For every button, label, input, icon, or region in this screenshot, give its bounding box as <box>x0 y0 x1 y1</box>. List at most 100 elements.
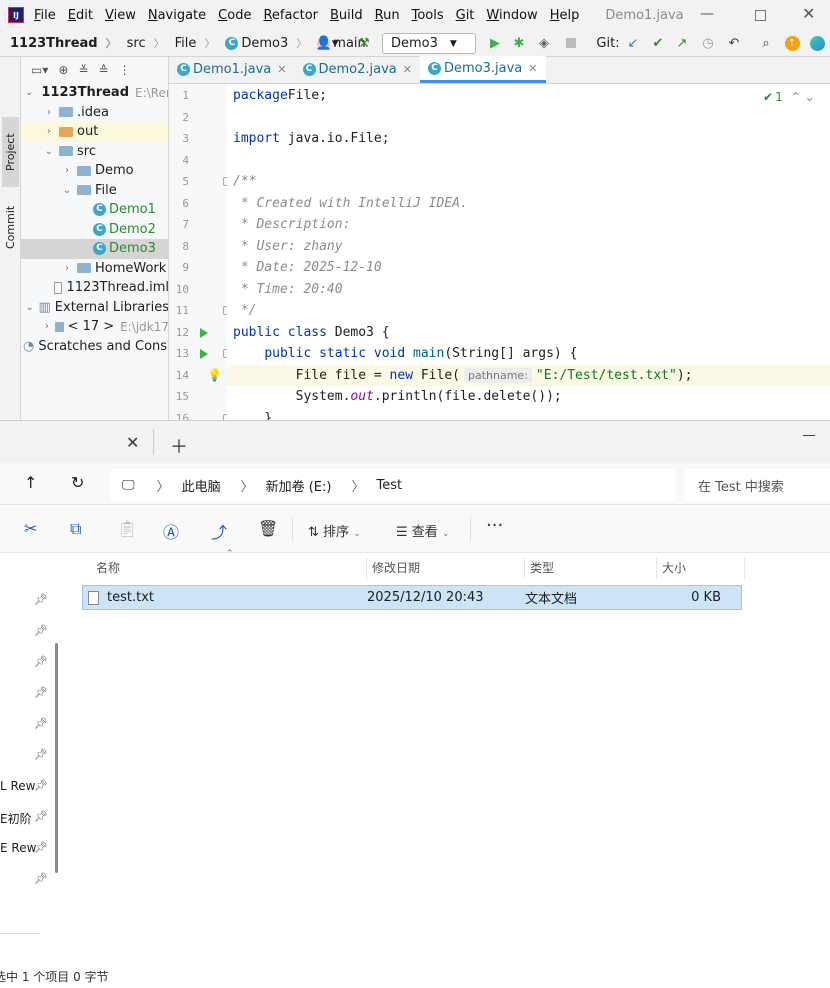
up-arrow-icon[interactable]: ↑ <box>24 473 37 492</box>
debug-icon[interactable]: ✱ <box>510 33 528 53</box>
menu-build[interactable]: Build <box>330 8 363 23</box>
more-icon[interactable]: ⋮ <box>119 63 131 77</box>
tree-item[interactable]: C Demo2 <box>21 220 168 240</box>
file-row[interactable]: test.txt 2025/12/10 20:43 文本文档 0 KB <box>82 585 742 610</box>
inspection-widget[interactable]: ✔ 1 ⌃ ⌄ <box>763 90 815 104</box>
chevron-right-icon[interactable]: › <box>61 263 73 274</box>
minimize-icon[interactable] <box>803 435 815 436</box>
tree-item[interactable]: ⌄ ▥ External Libraries <box>21 298 168 318</box>
maximize-icon[interactable] <box>755 10 766 21</box>
chevron-right-icon[interactable]: › <box>43 321 51 332</box>
nav-item[interactable]: E Rew <box>0 841 36 855</box>
code-editor[interactable]: package File; import java.io.File; /** * Cr… <box>207 84 830 420</box>
menu-refactor[interactable]: Refactor <box>263 8 318 23</box>
git-push-icon[interactable]: ↗ <box>673 33 691 53</box>
run-gutter-icon[interactable] <box>200 327 208 338</box>
address-segment-drive[interactable]: 新加卷 (E:) <box>266 476 332 495</box>
paste-icon[interactable]: 📋︎ <box>117 519 137 538</box>
coverage-icon[interactable]: ◈ <box>535 33 553 53</box>
rename-icon[interactable]: Ⓐ <box>163 519 179 543</box>
breadcrumb-package[interactable]: File 〉 <box>175 35 216 51</box>
rollback-icon[interactable]: ↶ <box>725 33 743 53</box>
chevron-right-icon[interactable]: › <box>61 165 73 176</box>
minimize-icon[interactable]: — <box>700 6 714 22</box>
close-icon[interactable]: ✕ <box>802 4 815 23</box>
breadcrumb-project[interactable]: 1123Thread 〉 <box>10 35 117 51</box>
update-icon[interactable]: ↑ <box>783 33 801 53</box>
new-tab-icon[interactable]: ＋ <box>170 433 188 459</box>
more-options-icon[interactable]: ··· <box>486 515 503 536</box>
nav-item[interactable]: E初阶 <box>0 810 32 827</box>
tree-item[interactable]: › out <box>21 122 168 142</box>
column-header-modified[interactable]: 修改日期 <box>372 559 420 576</box>
sort-button[interactable]: ⇅ 排序 ⌄ <box>308 521 361 540</box>
tree-item[interactable]: ◔Scratches and Consoles <box>21 337 168 357</box>
menu-window[interactable]: Window <box>486 8 537 23</box>
tree-item[interactable]: › < 17 > E:\jdk17 <box>21 317 168 337</box>
user-icon[interactable]: 👤▾ <box>314 33 340 53</box>
tree-item[interactable]: › HomeWork <box>21 259 168 279</box>
tree-item[interactable]: ⌄ src <box>21 142 168 162</box>
git-commit-icon[interactable]: ✔ <box>649 33 667 53</box>
address-segment-pc[interactable]: 此电脑 <box>182 476 221 495</box>
tree-item[interactable]: › Demo <box>21 161 168 181</box>
close-tab-icon[interactable]: ✕ <box>403 63 412 76</box>
close-tab-icon[interactable]: ✕ <box>126 433 139 452</box>
intention-bulb-icon[interactable]: 💡 <box>207 368 222 382</box>
search-input[interactable]: 在 Test 中搜索 <box>684 469 830 501</box>
chevron-down-icon[interactable]: ⌄ <box>43 146 55 157</box>
cut-icon[interactable]: ✂ <box>24 519 37 538</box>
chevron-down-icon[interactable]: ⌄ <box>25 87 33 98</box>
menu-file[interactable]: File <box>34 8 56 23</box>
stop-icon[interactable] <box>562 33 580 53</box>
history-icon[interactable]: ◷ <box>699 33 717 53</box>
git-update-icon[interactable]: ↙ <box>624 33 642 53</box>
refresh-icon[interactable]: ↻ <box>71 473 84 492</box>
address-box[interactable]: 🖵 〉 此电脑 〉 新加卷 (E:) 〉 Test <box>110 469 676 501</box>
chevron-right-icon[interactable]: › <box>43 107 55 118</box>
editor-tab[interactable]: C Demo1.java ✕ <box>169 56 295 83</box>
collapse-all-icon[interactable]: ≙ <box>99 63 109 77</box>
column-header-type[interactable]: 类型 <box>530 559 554 576</box>
chevron-down-icon[interactable]: ⌄ <box>61 185 73 196</box>
column-header-size[interactable]: 大小 <box>662 559 686 576</box>
project-tool-tab[interactable]: Project <box>2 117 19 187</box>
column-header-name[interactable]: 名称 <box>96 559 120 576</box>
tree-item[interactable]: C Demo3 <box>21 239 168 259</box>
menu-run[interactable]: Run <box>375 8 400 23</box>
tree-item[interactable]: C Demo1 <box>21 200 168 220</box>
delete-icon[interactable]: 🗑︎ <box>258 519 278 538</box>
ide-plugin-icon[interactable] <box>808 33 826 53</box>
menu-tools[interactable]: Tools <box>412 8 444 23</box>
tree-item[interactable]: › .idea <box>21 103 168 123</box>
nav-scrollbar[interactable] <box>55 643 58 873</box>
editor-tab[interactable]: C Demo3.java ✕ <box>420 56 546 83</box>
chevron-right-icon[interactable]: › <box>43 126 55 137</box>
run-configuration-select[interactable]: Demo3 ▼ <box>382 33 476 54</box>
menu-view[interactable]: View <box>105 8 136 23</box>
chevron-down-icon[interactable]: ⌄ <box>25 302 34 313</box>
tree-item[interactable]: ⌄ File <box>21 181 168 201</box>
tree-item[interactable]: ⌄ 1123Thread E:\Ren <box>21 83 168 103</box>
tree-item[interactable]: 1123Thread.iml <box>21 278 168 298</box>
nav-item[interactable]: L Rew <box>0 779 36 793</box>
view-button[interactable]: ☰ 查看 ⌄ <box>396 521 450 540</box>
copy-icon[interactable]: ⧉ <box>70 519 81 539</box>
address-segment-folder[interactable]: Test <box>376 478 402 493</box>
menu-git[interactable]: Git <box>456 8 475 23</box>
share-icon[interactable]: ⤴ <box>211 519 227 543</box>
editor-tab[interactable]: C Demo2.java ✕ <box>295 56 421 83</box>
breadcrumb-src[interactable]: src 〉 <box>127 35 165 51</box>
run-gutter-icon[interactable] <box>200 349 208 359</box>
run-icon[interactable]: ▶ <box>486 33 504 53</box>
menu-code[interactable]: Code <box>218 8 251 23</box>
menu-navigate[interactable]: Navigate <box>148 8 206 23</box>
project-view-icon[interactable]: ▭▾ <box>31 63 48 77</box>
close-tab-icon[interactable]: ✕ <box>277 63 286 76</box>
menu-help[interactable]: Help <box>550 8 580 23</box>
locate-icon[interactable]: ⊕ <box>58 63 68 77</box>
commit-tool-tab[interactable]: Commit <box>2 197 19 257</box>
expand-all-icon[interactable]: ≚ <box>78 63 88 77</box>
menu-edit[interactable]: Edit <box>68 8 93 23</box>
close-tab-icon[interactable]: ✕ <box>528 62 537 75</box>
